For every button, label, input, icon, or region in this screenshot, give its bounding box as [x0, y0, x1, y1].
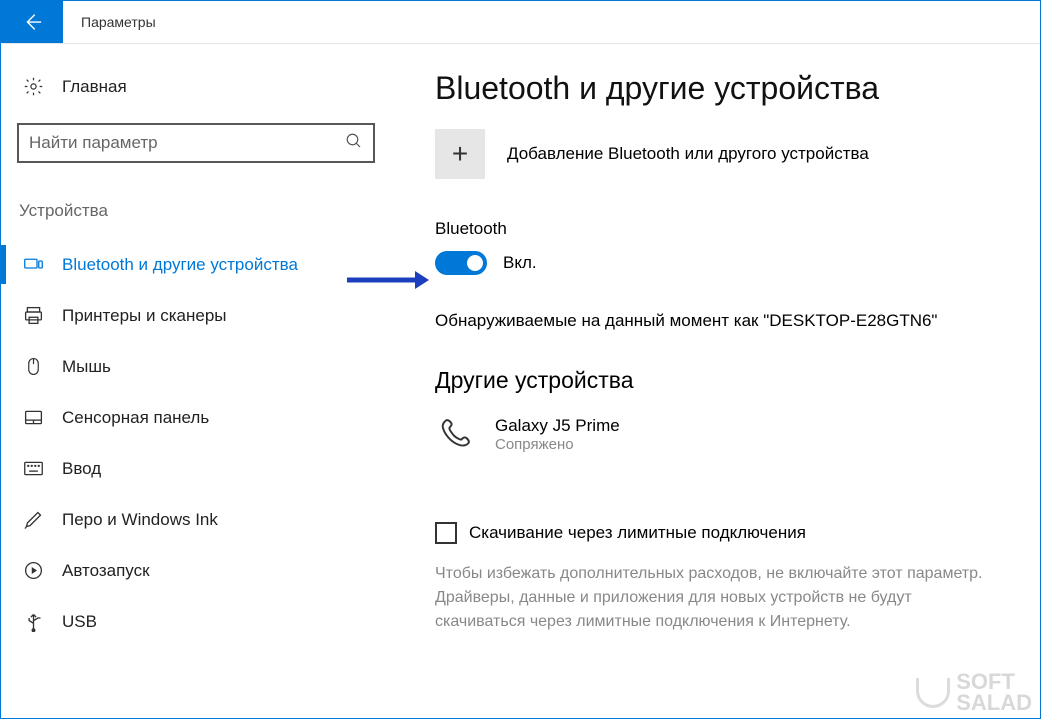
sidebar-item-label: Автозапуск — [62, 561, 150, 581]
device-name: Galaxy J5 Prime — [495, 416, 620, 436]
titlebar: Параметры — [1, 1, 1040, 44]
search-icon — [345, 132, 363, 154]
search-input[interactable] — [29, 133, 345, 153]
content: Bluetooth и другие устройства + Добавлен… — [381, 44, 1040, 718]
sidebar-item-usb[interactable]: USB — [17, 596, 381, 647]
other-devices-header: Другие устройства — [435, 367, 1010, 394]
page-title: Bluetooth и другие устройства — [435, 70, 1010, 107]
sidebar-item-mouse[interactable]: Мышь — [17, 341, 381, 392]
metered-section: Скачивание через лимитные подключения Чт… — [435, 522, 1010, 634]
sidebar-item-pen[interactable]: Перо и Windows Ink — [17, 494, 381, 545]
usb-icon — [23, 611, 44, 632]
bluetooth-label: Bluetooth — [435, 219, 1010, 239]
sidebar-item-label: Перо и Windows Ink — [62, 510, 218, 530]
sidebar: Главная Устройства Bluetooth и другие ус… — [1, 44, 381, 718]
bluetooth-toggle-row: Вкл. — [435, 251, 1010, 275]
device-info: Galaxy J5 Prime Сопряжено — [495, 416, 620, 453]
bluetooth-toggle[interactable] — [435, 251, 487, 275]
metered-checkbox-row[interactable]: Скачивание через лимитные подключения — [435, 522, 1010, 544]
sidebar-item-label: Сенсорная панель — [62, 408, 209, 428]
devices-icon — [23, 254, 44, 275]
printer-icon — [23, 305, 44, 326]
plus-icon: + — [452, 138, 468, 170]
device-status: Сопряжено — [495, 436, 620, 453]
metered-description: Чтобы избежать дополнительных расходов, … — [435, 562, 995, 634]
sidebar-item-touchpad[interactable]: Сенсорная панель — [17, 392, 381, 443]
mouse-icon — [23, 356, 44, 377]
metered-checkbox-label: Скачивание через лимитные подключения — [469, 523, 806, 543]
phone-icon — [435, 414, 475, 454]
sidebar-item-printers[interactable]: Принтеры и сканеры — [17, 290, 381, 341]
sidebar-item-autoplay[interactable]: Автозапуск — [17, 545, 381, 596]
window-title: Параметры — [63, 1, 156, 43]
sidebar-item-label: Ввод — [62, 459, 101, 479]
arrow-left-icon — [21, 11, 43, 33]
back-button[interactable] — [1, 1, 63, 43]
sidebar-item-label: Мышь — [62, 357, 111, 377]
toggle-state-label: Вкл. — [503, 253, 537, 273]
keyboard-icon — [23, 458, 44, 479]
gear-icon — [23, 76, 44, 97]
nav-list: Bluetooth и другие устройства Принтеры и… — [17, 239, 381, 647]
metered-checkbox[interactable] — [435, 522, 457, 544]
category-header: Устройства — [17, 201, 381, 221]
pen-icon — [23, 509, 44, 530]
add-device-button[interactable]: + — [435, 129, 485, 179]
home-label: Главная — [62, 77, 127, 97]
search-box[interactable] — [17, 123, 375, 163]
add-device-row[interactable]: + Добавление Bluetooth или другого устро… — [435, 129, 1010, 179]
sidebar-item-typing[interactable]: Ввод — [17, 443, 381, 494]
sidebar-item-bluetooth[interactable]: Bluetooth и другие устройства — [17, 239, 381, 290]
add-device-label: Добавление Bluetooth или другого устройс… — [507, 144, 869, 164]
sidebar-item-label: Принтеры и сканеры — [62, 306, 227, 326]
sidebar-item-label: USB — [62, 612, 97, 632]
device-item[interactable]: Galaxy J5 Prime Сопряжено — [435, 408, 1010, 460]
autoplay-icon — [23, 560, 44, 581]
discoverable-text: Обнаруживаемые на данный момент как "DES… — [435, 311, 1010, 331]
home-nav[interactable]: Главная — [17, 68, 381, 105]
sidebar-item-label: Bluetooth и другие устройства — [62, 255, 298, 275]
touchpad-icon — [23, 407, 44, 428]
